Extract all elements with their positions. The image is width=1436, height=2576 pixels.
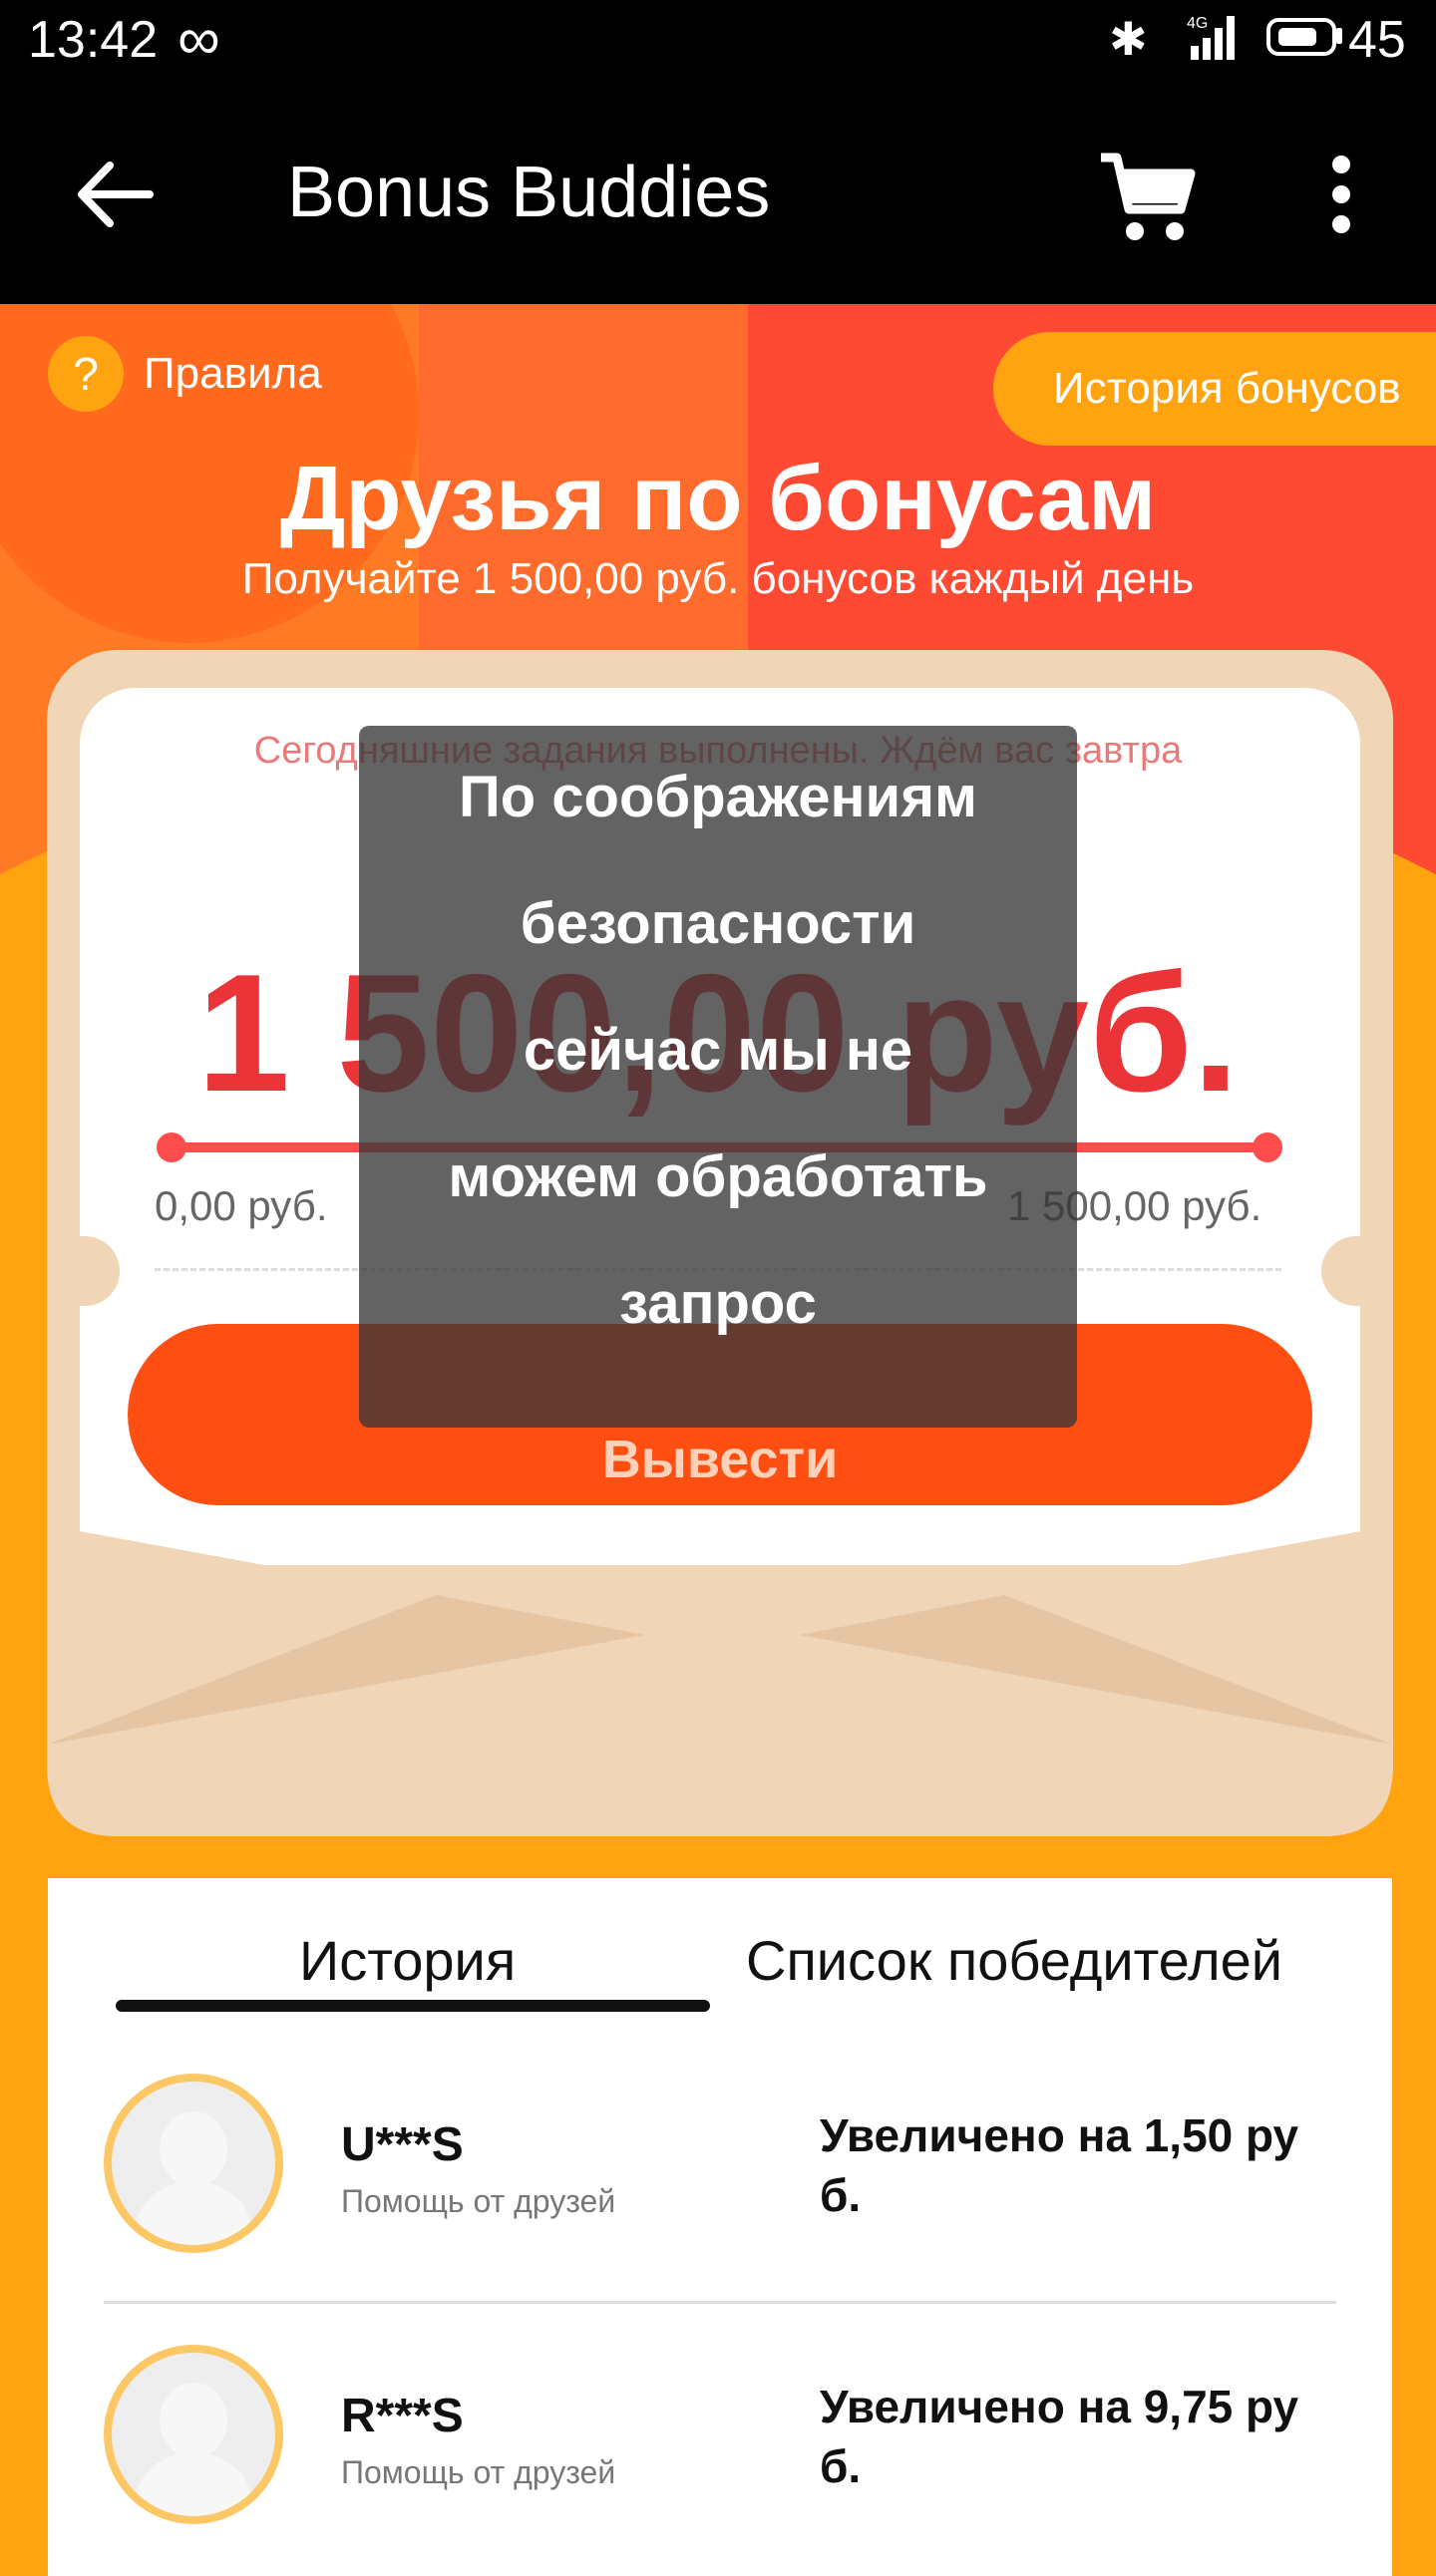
progress-min-label: 0,00 руб. <box>155 1182 328 1229</box>
battery-level: 45 <box>1348 11 1406 69</box>
increase-line: б. <box>820 2440 862 2492</box>
toast-line: можем обработать <box>448 1144 988 1209</box>
infinity-icon: ∞ <box>178 5 220 72</box>
active-tab-indicator <box>116 2000 710 2012</box>
status-bar: 13:42 ∞ ✱ 4G 45 <box>0 0 1436 80</box>
security-toast: По соображениям безопасности сейчас мы н… <box>359 726 1077 1428</box>
tab-winners-list[interactable]: Список победителей <box>746 1928 1282 1993</box>
rules-button[interactable]: ? Правила <box>48 334 322 414</box>
increase-line: Увеличено на 9,75 ру <box>820 2381 1299 2432</box>
increase-text: Увеличено на 9,75 ру б. <box>820 2377 1338 2496</box>
hero-subtitle: Получайте 1 500,00 руб. бонусов каждый д… <box>241 554 1195 603</box>
battery-icon <box>1266 18 1336 56</box>
toast-line: сейчас мы не <box>523 1018 913 1083</box>
user-name: U***S <box>341 2118 464 2171</box>
progress-start-dot <box>157 1132 186 1162</box>
signal-icon: 4G <box>1187 15 1235 60</box>
increase-line: Увеличено на 1,50 ру <box>820 2109 1299 2161</box>
back-arrow-icon[interactable] <box>70 150 160 239</box>
page-title: Bonus Buddies <box>287 153 771 232</box>
rules-label: Правила <box>144 349 322 398</box>
envelope-front <box>47 1525 1393 1836</box>
network-type-label: 4G <box>1187 15 1208 32</box>
question-icon: ? <box>48 336 124 412</box>
user-name: R***S <box>341 2390 464 2442</box>
app-bar: Bonus Buddies <box>0 80 1436 304</box>
status-time: 13:42 <box>28 11 159 69</box>
more-options-icon[interactable] <box>1316 150 1366 239</box>
toast-line: запрос <box>619 1271 817 1336</box>
battery-tip <box>1336 28 1342 44</box>
toast-line: По соображениям <box>459 765 977 829</box>
cart-icon[interactable] <box>1097 148 1197 247</box>
progress-end-dot <box>1253 1132 1282 1162</box>
increase-line: б. <box>820 2169 862 2221</box>
bonus-history-button[interactable]: История бонусов <box>993 332 1436 446</box>
increase-text: Увеличено на 1,50 ру б. <box>820 2105 1338 2225</box>
bluetooth-icon: ✱ <box>1109 13 1148 65</box>
avatar <box>104 2074 283 2253</box>
toast-line: безопасности <box>520 891 916 956</box>
hero-title: Друзья по бонусам <box>279 448 1157 549</box>
user-subtitle: Помощь от друзей <box>341 2454 616 2490</box>
avatar <box>104 2345 283 2524</box>
ticket-notch-left <box>50 1236 120 1306</box>
row-divider <box>104 2301 1336 2304</box>
user-subtitle: Помощь от друзей <box>341 2183 616 2219</box>
withdraw-label: Вывести <box>601 1430 839 1489</box>
tab-history[interactable]: История <box>299 1928 516 1993</box>
ticket-notch-right <box>1321 1236 1391 1306</box>
